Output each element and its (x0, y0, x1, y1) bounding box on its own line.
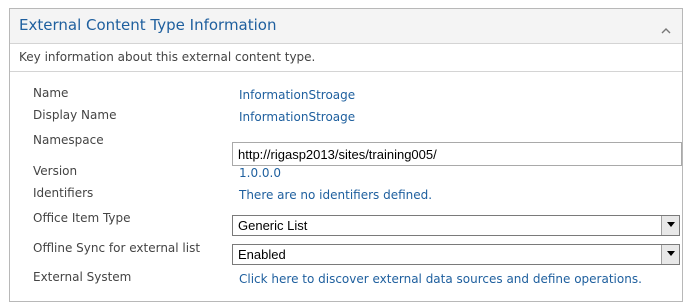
name-value: InformationStroage (239, 88, 356, 102)
offline-sync-label: Offline Sync for external list (33, 241, 201, 255)
chevron-up-icon[interactable] (660, 21, 672, 34)
display-name-label: Display Name (33, 108, 117, 122)
namespace-input[interactable] (232, 142, 682, 166)
discover-external-data-link[interactable]: Click here to discover external data sou… (239, 272, 642, 286)
offline-sync-selected: Enabled (238, 247, 286, 262)
panel-description: Key information about this external cont… (10, 45, 682, 72)
identifiers-label: Identifiers (33, 186, 94, 200)
panel-description-text: Key information about this external cont… (19, 50, 316, 64)
dropdown-arrow-icon[interactable] (661, 216, 679, 235)
display-name-value: InformationStroage (239, 110, 356, 124)
offline-sync-select[interactable]: Enabled (232, 244, 680, 265)
office-item-type-selected: Generic List (238, 218, 308, 233)
version-value: 1.0.0.0 (239, 166, 281, 180)
panel-header[interactable]: External Content Type Information (10, 9, 682, 44)
identifiers-value: There are no identifiers defined. (239, 188, 433, 202)
office-item-type-label: Office Item Type (33, 211, 131, 225)
version-label: Version (33, 164, 78, 178)
external-system-label: External System (33, 270, 132, 284)
panel-title: External Content Type Information (19, 16, 277, 34)
external-content-type-panel: External Content Type Information Key in… (9, 8, 683, 302)
office-item-type-select[interactable]: Generic List (232, 215, 680, 236)
name-label: Name (33, 86, 69, 100)
dropdown-arrow-icon[interactable] (661, 245, 679, 264)
namespace-label: Namespace (33, 133, 104, 147)
